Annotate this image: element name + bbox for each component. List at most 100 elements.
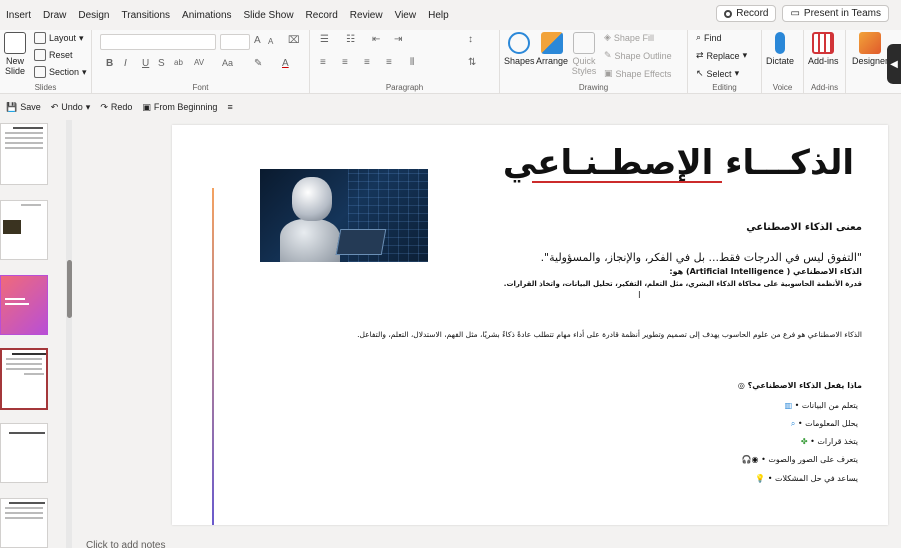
robot-body	[280, 219, 340, 262]
increase-font-button[interactable]: A	[254, 35, 261, 46]
layout-button[interactable]: Layout ▾	[34, 32, 84, 44]
bold-button[interactable]: B	[106, 58, 113, 69]
new-slide-label: New	[5, 56, 24, 66]
bullets-icon[interactable]: ☰	[320, 34, 329, 45]
undo-button[interactable]: ↶ Undo ▾	[51, 102, 91, 113]
thumbnails-scrollbar[interactable]	[66, 120, 72, 548]
thumb-line	[24, 373, 44, 375]
save-label: Save	[20, 102, 41, 112]
shape-effects-button[interactable]: ▣ Shape Effects	[604, 68, 671, 79]
shadow-button[interactable]: ab	[174, 58, 183, 67]
designer-button[interactable]: Designer	[852, 32, 888, 66]
addins-group: Add-ins Add-ins	[804, 30, 846, 94]
tab-view[interactable]: View	[389, 10, 423, 21]
decrease-font-button[interactable]: A	[268, 37, 273, 46]
select-button[interactable]: ↖ Select ▾	[696, 68, 739, 79]
tab-help[interactable]: Help	[422, 10, 455, 21]
new-slide-button[interactable]: New Slide	[4, 32, 26, 76]
ai-description-paragraph[interactable]: الذكاء الاصطناعي هو فرع من علوم الحاسوب …	[357, 330, 862, 339]
slide-thumbnail[interactable]	[0, 200, 48, 260]
dictate-button[interactable]: Dictate	[766, 32, 794, 66]
redo-button[interactable]: ↷ Redo	[100, 102, 132, 113]
section-button[interactable]: Section ▾	[34, 66, 87, 78]
shape-fill-label: Shape Fill	[613, 32, 654, 43]
from-beginning-button[interactable]: ▣ From Beginning	[142, 102, 217, 113]
slide-thumbnail[interactable]	[0, 423, 48, 483]
decrease-indent-icon[interactable]: ⇤	[372, 34, 380, 45]
char-spacing-button[interactable]: AV	[194, 58, 204, 67]
strikethrough-button[interactable]: S	[158, 58, 165, 69]
tab-record[interactable]: Record	[300, 10, 344, 21]
tab-design[interactable]: Design	[72, 10, 115, 21]
list-item[interactable]: يتعلم من البيانات • ▥	[785, 401, 858, 410]
slide-thumbnail-selected[interactable]	[0, 348, 48, 410]
change-case-button[interactable]: Aa	[222, 58, 233, 68]
text-direction-icon[interactable]: ⇅	[468, 57, 476, 68]
tab-animations[interactable]: Animations	[176, 10, 237, 21]
shape-outline-button[interactable]: ✎ Shape Outline	[604, 50, 672, 61]
tab-draw[interactable]: Draw	[37, 10, 72, 21]
present-in-teams-button[interactable]: ▭ Present in Teams	[782, 5, 889, 22]
slide-thumbnail[interactable]	[0, 123, 48, 185]
collapse-panel-button[interactable]: ◀	[887, 44, 901, 84]
thumb-line	[5, 507, 43, 509]
shape-outline-label: Shape Outline	[614, 50, 672, 61]
shapes-icon	[508, 32, 531, 54]
editing-group-label: Editing	[712, 83, 737, 92]
font-color-icon[interactable]: A	[282, 58, 289, 69]
slide-title[interactable]: الذكـــاء الإصطـنـاعي	[503, 143, 854, 183]
reset-button[interactable]: Reset	[34, 49, 73, 61]
align-center-icon[interactable]: ≡	[342, 57, 348, 68]
save-button[interactable]: 💾 Save	[6, 102, 41, 113]
current-slide[interactable]: الذكـــاء الإصطـنـاعي معنى الذكاء الاصطن…	[172, 125, 888, 525]
customize-qat-button[interactable]: ≡	[227, 102, 232, 112]
shape-fill-button[interactable]: ◈ Shape Fill	[604, 32, 654, 43]
increase-indent-icon[interactable]: ⇥	[394, 34, 402, 45]
tab-insert[interactable]: Insert	[0, 10, 37, 21]
tab-slide-show[interactable]: Slide Show	[238, 10, 300, 21]
what-ai-does-heading[interactable]: ماذا يفعل الذكاء الاصطناعي؟ ◎	[738, 381, 862, 390]
shape-effects-label: Shape Effects	[615, 68, 672, 79]
justify-icon[interactable]: ≡	[386, 57, 392, 68]
list-item[interactable]: يحلل المعلومات • ⌕	[791, 419, 858, 429]
list-item[interactable]: يتعرف على الصور والصوت • ◉🎧	[742, 455, 858, 464]
font-group: A A ⌧ B I U S ab AV Aa ✎ A Font	[92, 30, 310, 94]
shapes-button[interactable]: Shapes	[504, 32, 535, 66]
tab-review[interactable]: Review	[344, 10, 389, 21]
slide-thumbnail[interactable]	[0, 498, 48, 548]
replace-button[interactable]: ⇄ Replace ▾	[696, 50, 747, 61]
line-spacing-icon[interactable]: ↕	[468, 34, 473, 45]
font-name-combo[interactable]	[100, 34, 216, 50]
record-button[interactable]: Record	[716, 5, 777, 22]
definition-detail[interactable]: قدرة الأنظمة الحاسوبية على محاكاة الذكاء…	[504, 280, 862, 288]
arrange-button[interactable]: Arrange	[536, 32, 568, 66]
clear-format-icon[interactable]: ⌧	[288, 35, 300, 46]
thumb-line	[12, 353, 46, 355]
italic-button[interactable]: I	[124, 58, 127, 69]
thumbnails-scroll-thumb[interactable]	[67, 260, 72, 318]
font-size-combo[interactable]	[220, 34, 250, 50]
notes-placeholder[interactable]: Click to add notes	[86, 540, 166, 548]
list-item[interactable]: يتخذ قرارات • ✤	[801, 437, 858, 446]
addins-button[interactable]: Add-ins	[808, 32, 839, 66]
tab-transitions[interactable]: Transitions	[116, 10, 177, 21]
designer-label: Designer	[852, 56, 889, 66]
section-label: Section	[49, 67, 80, 77]
editing-group: ⌕ Find ⇄ Replace ▾ ↖ Select ▾ Editing	[688, 30, 762, 94]
select-label: Select	[706, 68, 732, 79]
slide-thumbnail[interactable]	[0, 275, 48, 335]
quick-styles-button[interactable]: Quick Styles	[570, 32, 598, 76]
numbering-icon[interactable]: ☷	[346, 34, 355, 45]
list-item[interactable]: يساعد في حل المشكلات • 💡	[755, 474, 858, 483]
ai-robot-image[interactable]	[260, 169, 428, 262]
definition-line[interactable]: الذكاء الاصطناعي ( Artificial Intelligen…	[669, 267, 862, 276]
quote-text[interactable]: "التفوق ليس في الدرجات فقط... بل في الفك…	[541, 251, 862, 264]
underline-button[interactable]: U	[142, 58, 149, 69]
columns-icon[interactable]: ⫴	[410, 57, 414, 68]
find-button[interactable]: ⌕ Find	[696, 32, 722, 43]
align-right-icon[interactable]: ≡	[364, 57, 370, 68]
chevron-down-icon: ▾	[79, 32, 84, 43]
highlight-icon[interactable]: ✎	[254, 58, 262, 69]
ai-meaning-heading[interactable]: معنى الذكاء الاصطناعي	[746, 222, 862, 233]
align-left-icon[interactable]: ≡	[320, 57, 326, 68]
